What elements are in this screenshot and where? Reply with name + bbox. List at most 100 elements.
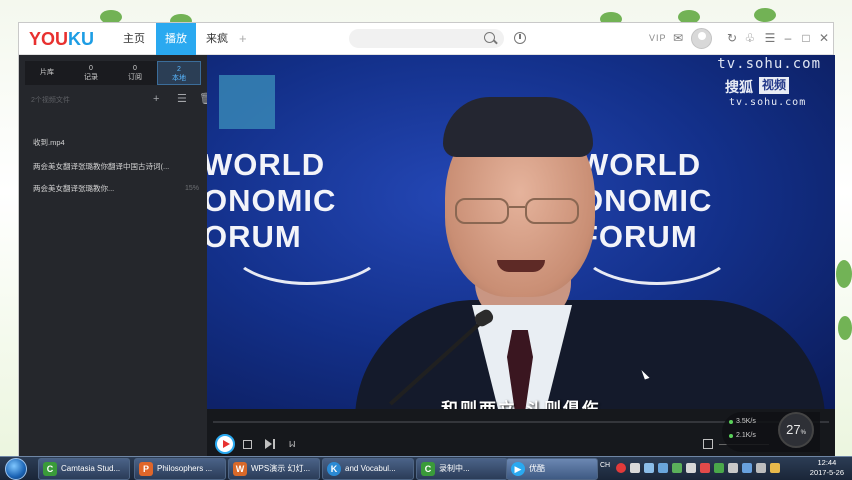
stop-button-icon[interactable] bbox=[243, 440, 252, 449]
network-icon[interactable] bbox=[742, 463, 752, 473]
sidebar-tab-label: 片库 bbox=[40, 69, 54, 76]
close-icon[interactable]: ✕ bbox=[817, 31, 831, 45]
tray-icon[interactable] bbox=[630, 463, 640, 473]
tray-icon[interactable] bbox=[700, 463, 710, 473]
tab-play[interactable]: 播放 bbox=[156, 23, 196, 55]
file-name: 两会美女翻译张璐教你... bbox=[33, 184, 115, 193]
mail-icon[interactable]: ✉ bbox=[671, 31, 685, 45]
tray-icon[interactable] bbox=[658, 463, 668, 473]
vocabulary-app-icon: K bbox=[327, 462, 341, 476]
input-language-indicator[interactable]: CH bbox=[600, 462, 610, 469]
tab-laifeng[interactable]: 来疯 bbox=[197, 23, 237, 55]
desktop-leaf-deco bbox=[838, 316, 852, 340]
refresh-icon[interactable]: ↻ bbox=[725, 31, 739, 45]
local-files-count-label: 2个视频文件 bbox=[31, 97, 70, 104]
taskbar-item-label: and Vocabul... bbox=[345, 464, 396, 473]
mosaic-overlay bbox=[219, 75, 275, 129]
camtasia-icon: C bbox=[43, 462, 57, 476]
taskbar-item-recording[interactable]: C 录制中... bbox=[416, 458, 508, 480]
presentation-icon: P bbox=[139, 462, 153, 476]
sidebar-tab-subscriptions[interactable]: 0 订阅 bbox=[113, 61, 157, 85]
usage-unit: % bbox=[800, 430, 806, 436]
tray-icon[interactable] bbox=[672, 463, 682, 473]
sidebar-tab-label: 记录 bbox=[84, 74, 98, 81]
usage-value: 27 bbox=[786, 422, 801, 437]
taskbar-item-camtasia[interactable]: C Camtasia Stud... bbox=[38, 458, 130, 480]
download-speed: 3.5K/s bbox=[736, 418, 756, 425]
speaker-suit bbox=[355, 300, 825, 409]
search-icon[interactable] bbox=[484, 32, 495, 43]
local-files-header: 2个视频文件 + ☰ 🗑 bbox=[31, 91, 213, 107]
sohu-video-badge: 视频 bbox=[759, 77, 790, 94]
add-file-icon[interactable]: + bbox=[153, 93, 159, 105]
video-subtitle: 和则两立 斗则俱伤 bbox=[207, 395, 835, 409]
tray-icon[interactable] bbox=[644, 463, 654, 473]
tray-icon[interactable] bbox=[770, 463, 780, 473]
taskbar-item-label: 录制中... bbox=[439, 464, 470, 473]
logo-text-you: YOU bbox=[29, 29, 69, 49]
upload-indicator-icon bbox=[729, 434, 733, 438]
sidebar-tab-label: 订阅 bbox=[128, 74, 142, 81]
tray-icon[interactable] bbox=[714, 463, 724, 473]
windows-taskbar: C Camtasia Stud... P Philosophers ... W … bbox=[0, 456, 852, 480]
video-frame[interactable]: WORLD ONOMIC ORUM WORLD ONOMIC FORUM tv.… bbox=[207, 55, 835, 409]
wef-arc-right bbox=[577, 205, 737, 285]
taskbar-item-label: 优酷 bbox=[529, 464, 545, 473]
taskbar-item-wps[interactable]: W WPS演示 幻灯... bbox=[228, 458, 320, 480]
desktop-leaf-deco bbox=[754, 8, 776, 22]
titlebar: YOUKU 主页 播放 来疯 + VIP ✉ ↻ ♧ ☰ – □ ✕ bbox=[19, 23, 833, 55]
history-icon[interactable] bbox=[514, 32, 526, 44]
vip-label[interactable]: VIP bbox=[649, 33, 667, 43]
youku-app-icon: ▶ bbox=[511, 462, 525, 476]
sohu-brand-text: 搜狐 bbox=[725, 79, 753, 95]
taskbar-item-vocabulary[interactable]: K and Vocabul... bbox=[322, 458, 414, 480]
sidebar-tab-count: 0 bbox=[133, 65, 137, 72]
skin-icon[interactable]: ♧ bbox=[743, 31, 757, 45]
wef-arc-left bbox=[227, 205, 387, 285]
tray-icon[interactable] bbox=[686, 463, 696, 473]
recorder-icon: C bbox=[421, 462, 435, 476]
danmaku-toggle-icon[interactable]: ᥕ bbox=[289, 437, 296, 451]
usage-gauge: 27% bbox=[778, 412, 814, 448]
taskbar-item-label: Philosophers ... bbox=[157, 464, 213, 473]
taskbar-item-youku[interactable]: ▶ 优酷 bbox=[506, 458, 598, 480]
network-speed-widget[interactable]: 3.5K/s 2.1K/s 27% bbox=[722, 412, 820, 452]
upload-speed: 2.1K/s bbox=[736, 432, 756, 439]
youku-logo[interactable]: YOUKU bbox=[29, 29, 94, 50]
sidebar-tab-local[interactable]: 2 本地 bbox=[157, 61, 201, 85]
search-box bbox=[349, 29, 504, 48]
file-list-item[interactable]: 两会美女翻译张璐教你... 15% bbox=[33, 181, 199, 197]
user-avatar[interactable] bbox=[691, 28, 712, 49]
tray-icon[interactable] bbox=[728, 463, 738, 473]
taskbar-item-label: Camtasia Stud... bbox=[61, 464, 121, 473]
search-input[interactable] bbox=[349, 29, 469, 48]
wps-icon: W bbox=[233, 462, 247, 476]
clock-time: 12:44 bbox=[817, 458, 837, 467]
sogou-ime-icon[interactable] bbox=[616, 463, 626, 473]
sidebar-tab-label: 本地 bbox=[172, 75, 186, 82]
volume-icon[interactable] bbox=[703, 439, 713, 449]
wef-banner-line: WORLD bbox=[207, 147, 326, 182]
minimize-icon[interactable]: – bbox=[781, 31, 795, 45]
clock-date: 2017-5-26 bbox=[809, 468, 844, 477]
start-button[interactable] bbox=[5, 458, 27, 480]
menu-icon[interactable]: ☰ bbox=[763, 31, 777, 45]
taskbar-item-philosophers[interactable]: P Philosophers ... bbox=[134, 458, 226, 480]
taskbar-item-label: WPS演示 幻灯... bbox=[251, 464, 311, 473]
sidebar-tab-count: 0 bbox=[89, 65, 93, 72]
sidebar-tab-history[interactable]: 0 记录 bbox=[69, 61, 113, 85]
tab-home[interactable]: 主页 bbox=[114, 23, 154, 55]
next-button-icon[interactable] bbox=[265, 438, 277, 450]
logo-text-ku: KU bbox=[68, 29, 95, 49]
system-clock[interactable]: 12:44 2017-5-26 bbox=[810, 458, 844, 478]
sort-icon[interactable]: ☰ bbox=[177, 93, 187, 105]
sidebar-tab-library[interactable]: 片库 bbox=[25, 61, 69, 85]
play-button-icon[interactable] bbox=[215, 434, 235, 454]
add-tab-button[interactable]: + bbox=[239, 23, 247, 55]
volume-tray-icon[interactable] bbox=[756, 463, 766, 473]
file-list-item[interactable]: 两会美女翻译张璐教你翻译中国古诗词(... bbox=[33, 159, 199, 175]
maximize-icon[interactable]: □ bbox=[799, 31, 813, 45]
desktop-leaf-deco bbox=[836, 260, 852, 288]
file-list-item[interactable]: 收到.mp4 bbox=[33, 135, 199, 151]
sohu-watermark-url-top: tv.sohu.com bbox=[717, 56, 821, 72]
